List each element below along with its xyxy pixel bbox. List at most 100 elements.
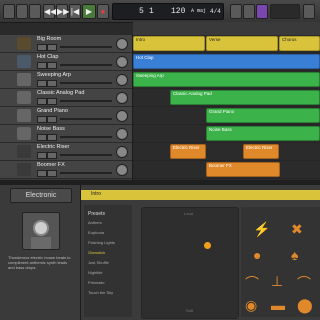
volume-slider[interactable] <box>60 154 112 156</box>
region[interactable]: Boomer FX <box>206 162 280 177</box>
mute-button[interactable] <box>37 80 47 87</box>
track-lane[interactable]: Sweeping Arp <box>133 71 320 89</box>
solo-button[interactable] <box>47 44 57 51</box>
track-header[interactable]: Grand Piano <box>0 107 132 125</box>
preset-item[interactable]: Prismatic <box>88 280 104 285</box>
hi-hat-icon[interactable]: ⊥ <box>271 273 283 290</box>
preset-item[interactable]: Euphoria <box>88 230 104 235</box>
clap-icon[interactable]: ⚡ <box>253 221 270 238</box>
mute-button[interactable] <box>37 170 47 177</box>
fast-forward-button[interactable]: ▶▶ <box>56 4 69 19</box>
preset-item[interactable]: Flashing Lights <box>88 240 115 245</box>
solo-button[interactable] <box>47 170 57 177</box>
record-button[interactable]: ● <box>97 4 109 19</box>
track-header[interactable]: Hot Clap <box>0 53 132 71</box>
solo-button[interactable] <box>47 152 57 159</box>
master-volume-slider[interactable] <box>270 4 300 19</box>
track-lane[interactable]: Electric Riser Electric Riser <box>133 143 320 161</box>
snare-drum-icon[interactable]: ▬ <box>271 297 285 313</box>
rewind-button[interactable]: ◀◀ <box>43 4 56 19</box>
region[interactable]: Classic Analog Pad <box>170 90 320 105</box>
track-lane[interactable]: Intro Verse Chorus <box>133 35 320 53</box>
maraca-icon[interactable]: ♠ <box>291 247 298 263</box>
track-lane[interactable]: Classic Analog Pad <box>133 89 320 107</box>
count-in-button[interactable] <box>243 4 255 19</box>
tracks-area[interactable]: Intro Verse Chorus Hot Clap Sweeping Arp… <box>133 35 320 180</box>
smart-controls-button[interactable] <box>29 4 41 19</box>
region[interactable]: Hot Clap <box>133 54 320 69</box>
solo-button[interactable] <box>47 98 57 105</box>
sparkle-icon <box>17 163 31 176</box>
region[interactable]: Noise Bass <box>206 126 320 141</box>
region[interactable]: Verse <box>206 36 278 51</box>
pan-knob[interactable] <box>116 128 128 140</box>
region[interactable]: Grand Piano <box>206 108 320 123</box>
solo-button[interactable] <box>47 62 57 69</box>
loop-browser-button[interactable] <box>303 4 315 19</box>
volume-slider[interactable] <box>60 118 112 120</box>
kick-drum-icon[interactable]: ◉ <box>245 297 257 314</box>
region[interactable]: Intro <box>133 36 205 51</box>
pan-knob[interactable] <box>116 38 128 50</box>
track-header[interactable]: Big Room <box>0 35 132 53</box>
track-header[interactable]: Classic Analog Pad <box>0 89 132 107</box>
volume-slider[interactable] <box>60 100 112 102</box>
volume-slider[interactable] <box>60 172 112 174</box>
pan-knob[interactable] <box>116 92 128 104</box>
volume-slider[interactable] <box>60 64 112 66</box>
track-header[interactable]: Noise Bass <box>0 125 132 143</box>
cymbal-icon[interactable]: ⌒ <box>245 273 259 293</box>
play-button[interactable]: ▶ <box>82 4 96 19</box>
track-lane[interactable]: Hot Clap <box>133 53 320 71</box>
region[interactable]: Chorus <box>279 36 320 51</box>
pan-knob[interactable] <box>116 56 128 68</box>
solo-button[interactable] <box>47 134 57 141</box>
preset-item-selected[interactable]: Glowstick <box>88 250 105 255</box>
presets-title: Presets <box>88 211 105 217</box>
editor-button[interactable] <box>16 4 28 19</box>
mute-button[interactable] <box>37 98 47 105</box>
track-header[interactable]: Boomer FX <box>0 161 132 179</box>
track-lane[interactable]: Noise Bass <box>133 125 320 143</box>
region[interactable]: Electric Riser <box>243 144 279 159</box>
solo-button[interactable] <box>47 80 57 87</box>
region[interactable]: Electric Riser <box>170 144 206 159</box>
track-header[interactable]: Sweeping Arp <box>0 71 132 89</box>
tuner-button[interactable] <box>230 4 242 19</box>
pan-knob[interactable] <box>116 110 128 122</box>
lcd-display[interactable]: 5 1 120 A maj 4/4 <box>112 3 224 20</box>
mute-button[interactable] <box>37 152 47 159</box>
track-header[interactable]: Electric Riser <box>0 143 132 161</box>
volume-slider[interactable] <box>60 82 112 84</box>
pan-knob[interactable] <box>116 146 128 158</box>
library-title[interactable]: Electronic <box>10 188 72 203</box>
xy-puck[interactable] <box>204 242 211 249</box>
editor-region-label: Intro <box>91 191 102 197</box>
shaker-icon[interactable]: ● <box>253 247 261 263</box>
go-to-start-button[interactable]: |◀ <box>69 4 81 19</box>
volume-slider[interactable] <box>60 136 112 138</box>
timeline-ruler[interactable] <box>133 22 320 36</box>
library-button[interactable] <box>3 4 15 19</box>
preset-item[interactable]: Touch the Sky <box>88 290 113 295</box>
volume-slider[interactable] <box>60 46 112 48</box>
preset-item[interactable]: Anthem <box>88 220 102 225</box>
tom-drum-icon[interactable]: ⬤ <box>297 297 313 314</box>
mute-button[interactable] <box>37 44 47 51</box>
region[interactable]: Sweeping Arp <box>133 72 320 87</box>
pan-knob[interactable] <box>116 74 128 86</box>
preset-item[interactable]: Just Shuffle <box>88 260 109 265</box>
mute-button[interactable] <box>37 116 47 123</box>
cross-sticks-icon[interactable]: ✖ <box>291 221 303 238</box>
metronome-button[interactable] <box>256 4 268 19</box>
preset-item[interactable]: Nightlife <box>88 270 102 275</box>
lcd-key: A maj <box>191 8 207 14</box>
xy-pad[interactable]: Loud Soft <box>141 207 239 319</box>
cymbal-icon[interactable]: ⌒ <box>297 273 311 293</box>
pan-knob[interactable] <box>116 164 128 176</box>
mute-button[interactable] <box>37 62 47 69</box>
track-lane[interactable]: Boomer FX <box>133 161 320 179</box>
track-lane[interactable]: Grand Piano <box>133 107 320 125</box>
mute-button[interactable] <box>37 134 47 141</box>
solo-button[interactable] <box>47 116 57 123</box>
